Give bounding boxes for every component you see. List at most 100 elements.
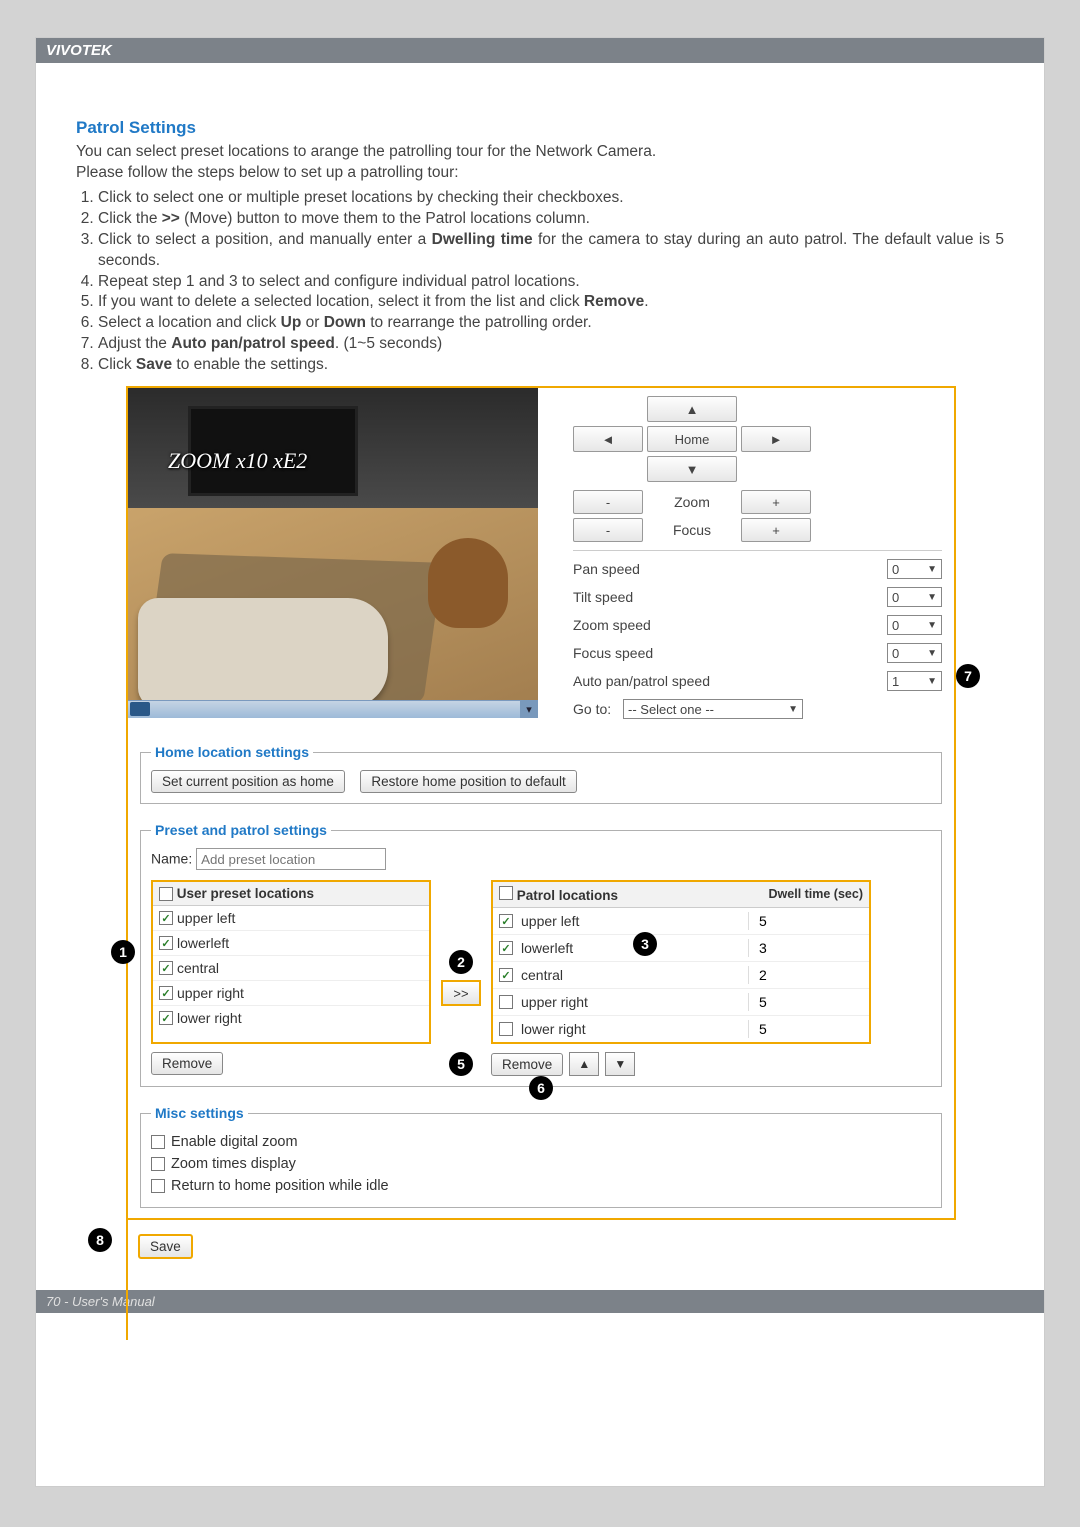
user-preset-list: User preset locations upper leftlowerlef… bbox=[151, 880, 431, 1044]
zoom-speed-label: Zoom speed bbox=[573, 617, 887, 633]
patrol-name: upper right bbox=[517, 994, 744, 1010]
preset-name: central bbox=[177, 960, 219, 976]
return-home-idle-checkbox[interactable] bbox=[151, 1179, 165, 1193]
misc-opt1: Enable digital zoom bbox=[171, 1134, 298, 1150]
callout-6: 6 bbox=[529, 1076, 553, 1100]
user-preset-row[interactable]: lower right bbox=[153, 1006, 429, 1030]
dwell-time-input[interactable] bbox=[757, 939, 857, 957]
zoom-in-button[interactable]: + bbox=[741, 490, 811, 514]
preset-name: upper left bbox=[177, 910, 235, 926]
auto-speed-select[interactable]: 1▼ bbox=[887, 671, 942, 691]
home-button[interactable]: Home bbox=[647, 426, 737, 452]
patrol-name: central bbox=[517, 967, 744, 983]
camera-preview[interactable]: ZOOM x10 xE2 ▾ bbox=[128, 388, 538, 718]
preset-patrol-fieldset: Preset and patrol settings Name: 1 User … bbox=[140, 822, 942, 1087]
patrol-checkbox[interactable] bbox=[499, 914, 513, 928]
user-preset-row[interactable]: upper left bbox=[153, 906, 429, 931]
patrol-row[interactable]: lower right bbox=[493, 1016, 869, 1042]
preset-checkbox[interactable] bbox=[159, 961, 173, 975]
goto-label: Go to: bbox=[573, 701, 623, 717]
misc-opt2: Zoom times display bbox=[171, 1156, 296, 1172]
select-all-patrol-checkbox[interactable] bbox=[499, 886, 513, 900]
zoom-speed-select[interactable]: 0▼ bbox=[887, 615, 942, 635]
callout-1: 1 bbox=[111, 940, 135, 964]
chevron-down-icon: ▼ bbox=[927, 676, 937, 687]
intro-line-1: You can select preset locations to arang… bbox=[76, 142, 1004, 163]
step-1: Click to select one or multiple preset l… bbox=[98, 188, 1004, 209]
remove-patrol-button[interactable]: Remove bbox=[491, 1053, 563, 1076]
preset-checkbox[interactable] bbox=[159, 936, 173, 950]
callout-8: 8 bbox=[88, 1228, 112, 1252]
tilt-down-button[interactable]: ▼ bbox=[647, 456, 737, 482]
remove-preset-button[interactable]: Remove bbox=[151, 1052, 223, 1075]
callout-3: 3 bbox=[633, 932, 657, 956]
patrol-checkbox[interactable] bbox=[499, 941, 513, 955]
patrol-checkbox[interactable] bbox=[499, 1022, 513, 1036]
header-brand: VIVOTEK bbox=[36, 38, 1044, 63]
preset-checkbox[interactable] bbox=[159, 986, 173, 1000]
step-2: Click the >> (Move) button to move them … bbox=[98, 209, 1004, 230]
patrol-name: lowerleft bbox=[517, 940, 744, 956]
patrol-header: Patrol locations bbox=[517, 888, 618, 903]
focus-near-button[interactable]: - bbox=[573, 518, 643, 542]
goto-select[interactable]: -- Select one --▼ bbox=[623, 699, 803, 719]
home-legend: Home location settings bbox=[151, 744, 313, 760]
save-button[interactable]: Save bbox=[138, 1234, 193, 1259]
misc-legend: Misc settings bbox=[151, 1105, 248, 1121]
callout-2: 2 bbox=[449, 950, 473, 974]
patrol-down-button[interactable]: ▼ bbox=[605, 1052, 635, 1076]
user-preset-row[interactable]: lowerleft bbox=[153, 931, 429, 956]
focus-speed-label: Focus speed bbox=[573, 645, 887, 661]
dwell-time-input[interactable] bbox=[757, 912, 857, 930]
preset-checkbox[interactable] bbox=[159, 1011, 173, 1025]
section-title: Patrol Settings bbox=[76, 118, 1004, 138]
patrol-row[interactable]: upper right bbox=[493, 989, 869, 1016]
misc-fieldset: Misc settings Enable digital zoom Zoom t… bbox=[140, 1105, 942, 1208]
dwell-time-input[interactable] bbox=[757, 966, 857, 984]
zoom-label: Zoom bbox=[647, 490, 737, 514]
patrol-checkbox[interactable] bbox=[499, 968, 513, 982]
tilt-speed-select[interactable]: 0▼ bbox=[887, 587, 942, 607]
step-8: Click Save to enable the settings. bbox=[98, 355, 1004, 376]
pan-left-button[interactable]: ◄ bbox=[573, 426, 643, 452]
zoom-times-display-checkbox[interactable] bbox=[151, 1157, 165, 1171]
focus-speed-select[interactable]: 0▼ bbox=[887, 643, 942, 663]
patrol-row[interactable]: upper left bbox=[493, 908, 869, 935]
preview-scrollbar[interactable]: ▾ bbox=[128, 700, 538, 718]
focus-far-button[interactable]: + bbox=[741, 518, 811, 542]
select-all-presets-checkbox[interactable] bbox=[159, 887, 173, 901]
dwell-time-input[interactable] bbox=[757, 993, 857, 1011]
enable-digital-zoom-checkbox[interactable] bbox=[151, 1135, 165, 1149]
scroll-right-icon[interactable]: ▾ bbox=[520, 700, 538, 718]
user-preset-row[interactable]: upper right bbox=[153, 981, 429, 1006]
user-preset-row[interactable]: central bbox=[153, 956, 429, 981]
step-3: Click to select a position, and manually… bbox=[98, 230, 1004, 272]
patrol-checkbox[interactable] bbox=[499, 995, 513, 1009]
dwell-header: Dwell time (sec) bbox=[769, 888, 863, 902]
patrol-name: upper left bbox=[517, 913, 744, 929]
preset-legend: Preset and patrol settings bbox=[151, 822, 331, 838]
patrol-row[interactable]: lowerleft bbox=[493, 935, 869, 962]
preset-checkbox[interactable] bbox=[159, 911, 173, 925]
restore-home-button[interactable]: Restore home position to default bbox=[360, 770, 576, 793]
chevron-down-icon: ▼ bbox=[927, 564, 937, 575]
patrol-row[interactable]: central bbox=[493, 962, 869, 989]
chevron-down-icon: ▼ bbox=[927, 620, 937, 631]
pan-speed-select[interactable]: 0▼ bbox=[887, 559, 942, 579]
pan-right-button[interactable]: ► bbox=[741, 426, 811, 452]
set-home-button[interactable]: Set current position as home bbox=[151, 770, 345, 793]
preset-name-input[interactable] bbox=[196, 848, 386, 870]
step-4: Repeat step 1 and 3 to select and config… bbox=[98, 272, 1004, 293]
zoom-out-button[interactable]: - bbox=[573, 490, 643, 514]
tilt-up-button[interactable]: ▲ bbox=[647, 396, 737, 422]
ptz-controls: ▲ ◄ Home ► ▼ - Zoom + bbox=[538, 388, 954, 726]
zoom-overlay-text: ZOOM x10 xE2 bbox=[168, 448, 307, 474]
chevron-down-icon: ▼ bbox=[927, 648, 937, 659]
patrol-up-button[interactable]: ▲ bbox=[569, 1052, 599, 1076]
auto-speed-label: Auto pan/patrol speed bbox=[573, 673, 887, 689]
focus-label: Focus bbox=[647, 518, 737, 542]
step-5: If you want to delete a selected locatio… bbox=[98, 292, 1004, 313]
dwell-time-input[interactable] bbox=[757, 1020, 857, 1038]
move-to-patrol-button[interactable]: >> bbox=[441, 980, 481, 1006]
callout-5: 5 bbox=[449, 1052, 473, 1076]
